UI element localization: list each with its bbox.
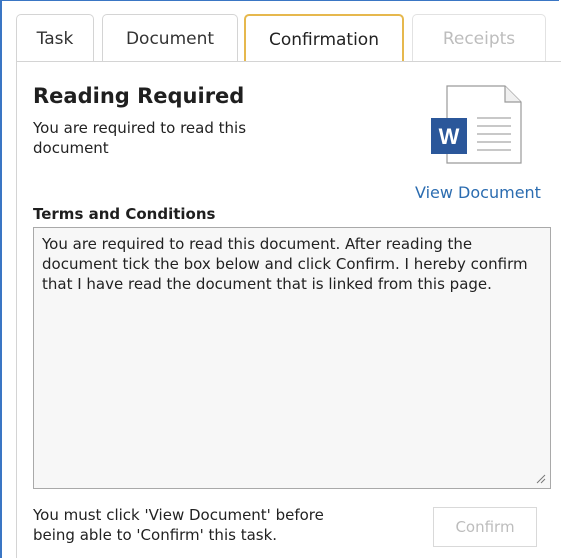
word-document-icon[interactable]: W [427,84,523,164]
confirm-instruction: You must click 'View Document' before be… [33,506,324,544]
word-icon-letter: W [439,124,460,149]
terms-textarea[interactable]: You are required to read this document. … [33,227,551,489]
tab-confirmation[interactable]: Confirmation [244,14,404,62]
confirm-button[interactable]: Confirm [433,507,537,547]
resize-grip-icon[interactable] [536,474,546,484]
page-title: Reading Required [33,84,245,108]
terms-label: Terms and Conditions [33,205,216,223]
terms-text: You are required to read this document. … [42,235,528,293]
tab-receipts: Receipts [412,14,546,62]
tab-task[interactable]: Task [16,14,94,62]
view-document-link[interactable]: View Document [415,183,541,202]
tab-document[interactable]: Document [102,14,238,62]
page-subtitle: You are required to read this document [33,119,247,157]
